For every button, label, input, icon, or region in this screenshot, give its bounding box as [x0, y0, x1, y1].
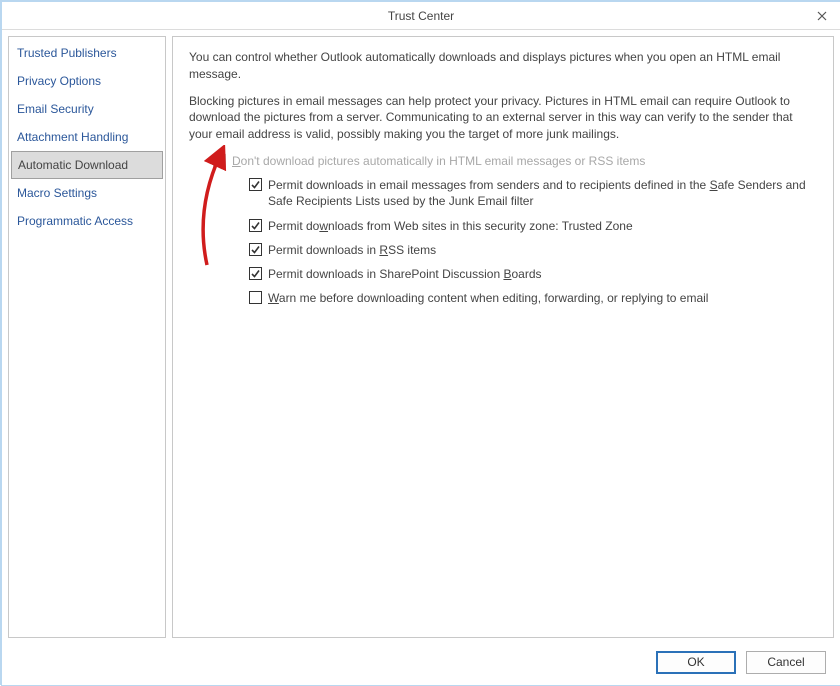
option-sharepoint-label: Permit downloads in SharePoint Discussio…	[268, 266, 542, 282]
option-trusted-zone[interactable]: Permit downloads from Web sites in this …	[249, 218, 817, 234]
close-button[interactable]	[812, 6, 832, 26]
check-icon	[250, 220, 261, 231]
sidebar: Trusted Publishers Privacy Options Email…	[8, 36, 166, 638]
description-1: You can control whether Outlook automati…	[189, 49, 817, 83]
option-trusted-zone-label: Permit downloads from Web sites in this …	[268, 218, 633, 234]
window-title: Trust Center	[388, 9, 454, 23]
close-icon	[817, 11, 827, 21]
checkbox-safe-senders[interactable]	[249, 178, 262, 191]
checkbox-trusted-zone[interactable]	[249, 219, 262, 232]
description-2: Blocking pictures in email messages can …	[189, 93, 817, 143]
check-icon	[214, 155, 225, 166]
option-safe-senders[interactable]: Permit downloads in email messages from …	[249, 177, 817, 209]
title-bar: Trust Center	[2, 2, 840, 30]
checkbox-rss[interactable]	[249, 243, 262, 256]
option-master: Don't download pictures automatically in…	[213, 153, 817, 169]
sidebar-item-attachment-handling[interactable]: Attachment Handling	[9, 123, 165, 151]
option-sharepoint[interactable]: Permit downloads in SharePoint Discussio…	[249, 266, 817, 282]
option-rss[interactable]: Permit downloads in RSS items	[249, 242, 817, 258]
option-warn-label: Warn me before downloading content when …	[268, 290, 708, 306]
option-rss-label: Permit downloads in RSS items	[268, 242, 436, 258]
main-panel: You can control whether Outlook automati…	[172, 36, 834, 638]
sidebar-item-privacy-options[interactable]: Privacy Options	[9, 67, 165, 95]
check-icon	[250, 268, 261, 279]
sidebar-item-programmatic-access[interactable]: Programmatic Access	[9, 207, 165, 235]
ok-button[interactable]: OK	[656, 651, 736, 674]
check-icon	[250, 244, 261, 255]
checkbox-sharepoint[interactable]	[249, 267, 262, 280]
checkbox-master	[213, 154, 226, 167]
sidebar-item-macro-settings[interactable]: Macro Settings	[9, 179, 165, 207]
sidebar-item-trusted-publishers[interactable]: Trusted Publishers	[9, 39, 165, 67]
checkbox-warn[interactable]	[249, 291, 262, 304]
sidebar-item-automatic-download[interactable]: Automatic Download	[11, 151, 163, 179]
option-master-label: Don't download pictures automatically in…	[232, 153, 645, 169]
check-icon	[250, 179, 261, 190]
option-safe-senders-label: Permit downloads in email messages from …	[268, 177, 817, 209]
sidebar-item-email-security[interactable]: Email Security	[9, 95, 165, 123]
cancel-button[interactable]: Cancel	[746, 651, 826, 674]
option-warn[interactable]: Warn me before downloading content when …	[249, 290, 817, 306]
dialog-footer: OK Cancel	[2, 644, 840, 680]
